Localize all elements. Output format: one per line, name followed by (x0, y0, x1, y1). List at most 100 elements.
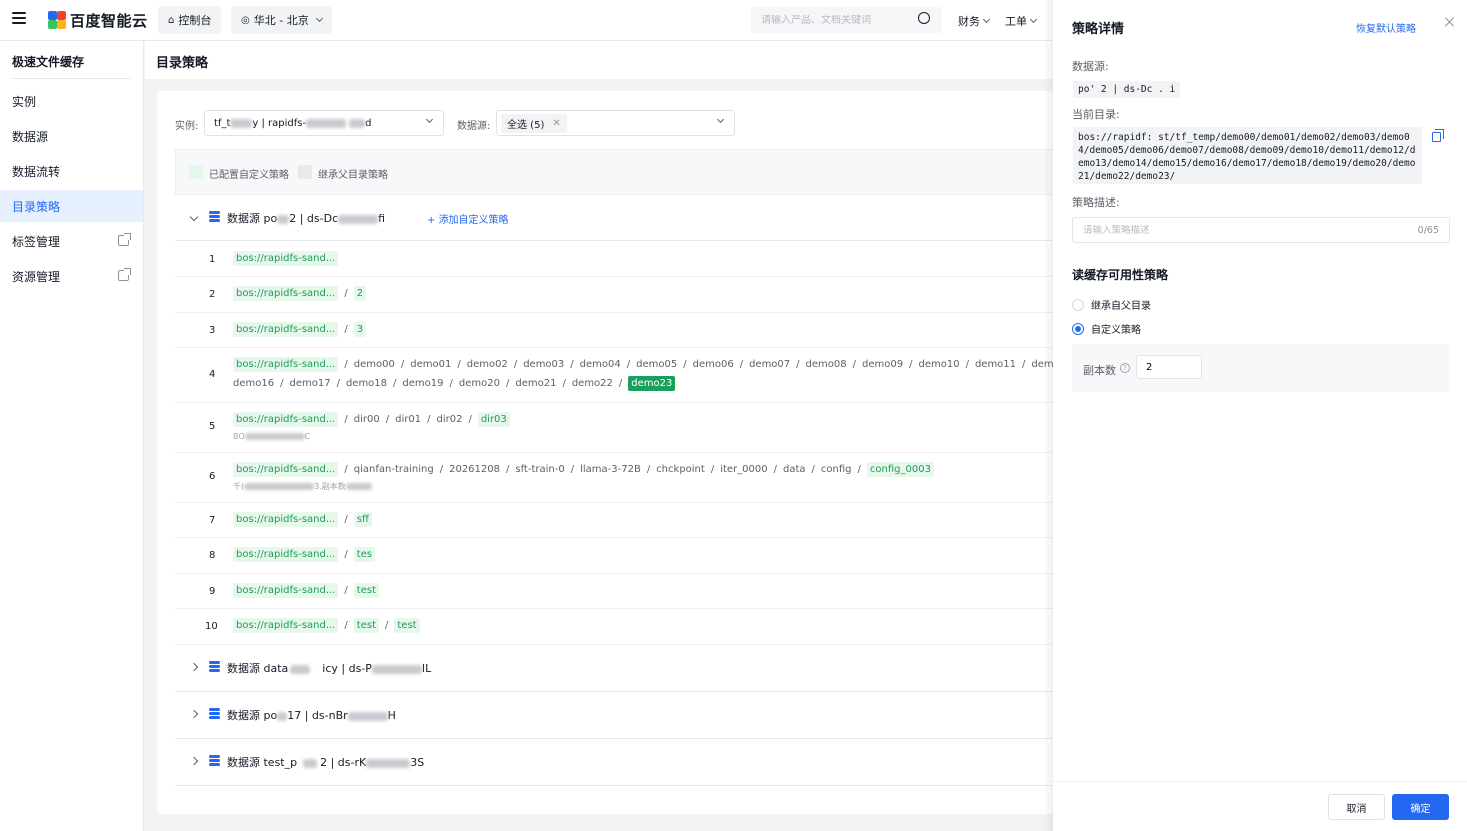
help-icon[interactable]: ? (1120, 363, 1130, 373)
path-segment[interactable]: qianfan-training (354, 464, 434, 475)
path-segment[interactable]: llama-3-72B (580, 464, 641, 475)
close-icon[interactable] (1444, 16, 1456, 28)
path-segment[interactable]: test (353, 618, 379, 633)
table-row[interactable]: 2 bos://rapidfs-sand.../2 (175, 277, 1053, 313)
path-segment[interactable]: chckpoint (656, 464, 705, 475)
path-segment[interactable]: demo00 (354, 359, 395, 370)
radio-custom-policy[interactable]: 自定义策略 (1072, 321, 1141, 336)
chevron-right-icon[interactable] (189, 662, 199, 672)
path-segment[interactable]: demo08 (806, 359, 847, 370)
path-root[interactable]: bos://rapidfs-sand... (233, 547, 339, 562)
table-row[interactable]: 5 bos://rapidfs-sand... / dir00 / dir01 / dir0… (175, 403, 1053, 453)
close-icon[interactable]: ✕ (552, 118, 560, 129)
path-leaf[interactable]: dir03 (477, 412, 510, 427)
search-icon[interactable] (918, 12, 930, 24)
datasource-select[interactable]: 全选 (5) ✕ (496, 110, 735, 136)
sidebar-item-tag-management[interactable]: 标签管理 (0, 225, 143, 257)
chevron-down-icon[interactable] (189, 212, 199, 222)
region-selector[interactable]: ◎ 华北 - 北京 (231, 6, 332, 34)
sidebar-item-resource-management[interactable]: 资源管理 (0, 260, 143, 292)
chevron-right-icon[interactable] (189, 709, 199, 719)
path-root[interactable]: bos://rapidfs-sand... (233, 618, 339, 633)
path-segment[interactable]: dir01 (395, 414, 421, 425)
path-leaf[interactable]: test (394, 618, 420, 633)
path-leaf[interactable]: tes (353, 547, 376, 562)
cancel-button[interactable]: 取消 (1328, 794, 1385, 820)
baidu-cloud-logo[interactable]: 百度智能云 (48, 10, 148, 30)
path-root[interactable]: bos://rapidfs-sand... (233, 462, 339, 477)
path-segment[interactable]: demo19 (402, 378, 443, 389)
add-custom-policy-link[interactable]: + 添加自定义策略 (427, 211, 509, 226)
table-row[interactable]: 6 bos://rapidfs-sand... / qianfan-training… (175, 453, 1053, 503)
restore-default-policy-link[interactable]: 恢复默认策略 (1356, 20, 1416, 35)
sidebar-item-instances[interactable]: 实例 (0, 85, 143, 117)
radio-inherit-parent[interactable]: 继承自父目录 (1072, 297, 1151, 312)
path-leaf-selected[interactable]: demo23 (628, 376, 676, 391)
table-row[interactable]: 4 bos://rapidfs-sand... / demo00/demo01/de… (175, 348, 1053, 403)
table-row[interactable]: 1 bos://rapidfs-sand... (175, 242, 1053, 277)
path-segment[interactable]: demo09 (862, 359, 903, 370)
path-root[interactable]: bos://rapidfs-sand... (233, 512, 339, 527)
instance-select[interactable]: tf_t y | rapidfs-d (204, 110, 444, 136)
path-root[interactable]: bos://rapidfs-sand... (233, 286, 339, 301)
path-segment[interactable]: data (783, 464, 806, 475)
table-row[interactable]: 10 bos://rapidfs-sand... / test / test (175, 609, 1053, 645)
console-button[interactable]: ⌂ 控制台 (158, 6, 222, 34)
path-segment[interactable]: demo21 (515, 378, 556, 389)
path-leaf[interactable]: sff (353, 512, 372, 527)
replica-count-input[interactable] (1136, 355, 1202, 379)
path-segment[interactable]: sft-train-0 (515, 464, 564, 475)
radio-button[interactable] (1072, 298, 1084, 311)
table-row[interactable]: 8 bos://rapidfs-sand... / tes (175, 538, 1053, 574)
path-segment[interactable]: iter_0000 (720, 464, 767, 475)
path-segment[interactable]: config (821, 464, 852, 475)
path-leaf[interactable]: 3 (353, 322, 367, 337)
path-leaf[interactable]: test (353, 583, 379, 598)
path-segment[interactable]: demo01 (410, 359, 451, 370)
path-segment[interactable]: dir00 (354, 414, 380, 425)
sidebar-item-data-flow[interactable]: 数据流转 (0, 155, 143, 187)
hamburger-menu-icon[interactable] (12, 12, 26, 26)
policy-description-input[interactable] (1083, 224, 1418, 236)
path-root[interactable]: bos://rapidfs-sand... (233, 357, 339, 372)
ticket-menu[interactable]: 工单 (1005, 13, 1038, 29)
sidebar-item-datasources[interactable]: 数据源 (0, 120, 143, 152)
sidebar-item-directory-policy[interactable]: 目录策略 (0, 190, 143, 222)
datasource-group[interactable]: 数据源 po 17 | ds-nBr H (175, 692, 1053, 739)
table-row[interactable]: 9 bos://rapidfs-sand... / test (175, 574, 1053, 609)
path-segment[interactable]: demo02 (467, 359, 508, 370)
path-segment[interactable]: dir02 (436, 414, 462, 425)
path-leaf[interactable]: config_0003 (866, 462, 934, 477)
path-segment[interactable]: demo05 (636, 359, 677, 370)
path-segment[interactable]: demo20 (459, 378, 500, 389)
path-segment[interactable]: demo06 (693, 359, 734, 370)
global-search[interactable] (751, 7, 942, 33)
finance-menu[interactable]: 财务 (958, 13, 991, 29)
path-segment[interactable]: demo10 (918, 359, 959, 370)
path-segment[interactable]: demo03 (523, 359, 564, 370)
path-root[interactable]: bos://rapidfs-sand... (233, 322, 339, 337)
chevron-right-icon[interactable] (189, 756, 199, 766)
copy-icon[interactable] (1432, 129, 1444, 142)
path-segment[interactable]: demo04 (580, 359, 621, 370)
path-segment[interactable]: demo16 (233, 378, 274, 389)
path-root[interactable]: bos://rapidfs-sand... (233, 583, 339, 598)
policy-description-field[interactable]: 0/65 (1072, 217, 1450, 243)
path-segment[interactable]: demo18 (346, 378, 387, 389)
path-root[interactable]: bos://rapidfs-sand... (233, 251, 339, 266)
path-segment[interactable]: 20261208 (449, 464, 500, 475)
datasource-group[interactable]: 数据源 data icy | ds-P IL (175, 645, 1053, 692)
path-segment[interactable]: demo17 (289, 378, 330, 389)
path-segment[interactable]: demo11 (975, 359, 1016, 370)
path-segment[interactable]: demo07 (749, 359, 790, 370)
search-input[interactable] (761, 14, 911, 26)
datasource-group[interactable]: 数据源 po 2 | ds-Dc fi + 添加自定义策略 (175, 195, 1053, 241)
confirm-button[interactable]: 确定 (1392, 794, 1449, 820)
path-segment[interactable]: demo22 (572, 378, 613, 389)
table-row[interactable]: 3 bos://rapidfs-sand.../3 (175, 313, 1053, 348)
table-row[interactable]: 7 bos://rapidfs-sand... / sff (175, 503, 1053, 538)
datasource-group[interactable]: 数据源 test_p 2 | ds-rK 3S (175, 739, 1053, 786)
radio-button-selected[interactable] (1072, 322, 1084, 335)
path-root[interactable]: bos://rapidfs-sand... (233, 412, 339, 427)
path-leaf[interactable]: 2 (353, 286, 367, 301)
